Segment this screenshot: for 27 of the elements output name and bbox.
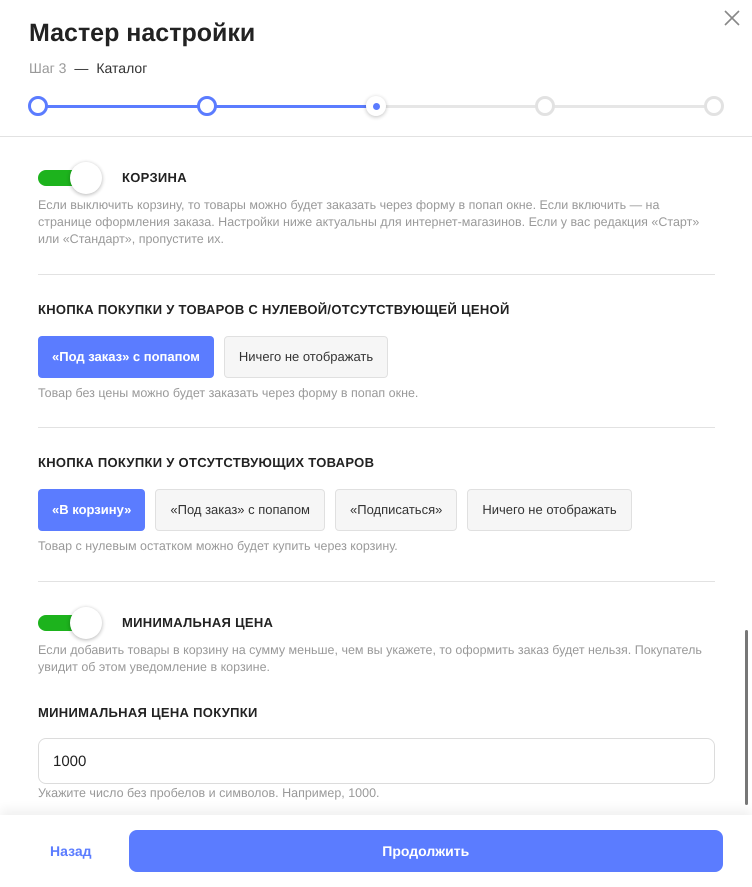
option-button[interactable]: «Под заказ» с попапом: [155, 488, 325, 531]
scrollbar[interactable]: [745, 630, 748, 805]
section-hint: Товар без цены можно будет заказать через форму в попап окне.: [38, 384, 420, 402]
step-name: Каталог: [96, 59, 148, 78]
toggle-switch[interactable]: [38, 162, 102, 194]
section-description: Если добавить товары в корзину на сумму меньше, чем вы укажете, то оформить заказ будет нельзя. Покупатель увидит об этом уведомление в корзине.: [38, 642, 703, 676]
field-hint: Укажите число без пробелов и символов. Например, 1000.: [38, 786, 380, 801]
back-link[interactable]: Назад: [50, 840, 92, 862]
section-hint: Товар с нулевым остатком можно будет купить через корзину.: [38, 538, 399, 555]
toggle-switch[interactable]: [38, 606, 102, 638]
separator-dash: —: [74, 59, 88, 78]
option-button[interactable]: «Под заказ» с попапом: [38, 336, 214, 378]
section-title: КОРЗИНА: [122, 169, 187, 188]
option-button[interactable]: Ничего не отображать: [224, 336, 388, 378]
step-number: Шаг 3: [29, 59, 66, 78]
option-button[interactable]: «Подписаться»: [335, 488, 458, 531]
section-title: КНОПКА ПОКУПКИ У ТОВАРОВ С НУЛЕВОЙ/ОТСУТСТВУЮЩЕЙ ЦЕНОЙ: [38, 301, 511, 319]
option-button[interactable]: «В корзину»: [38, 488, 146, 531]
section-title: МИНИМАЛЬНАЯ ЦЕНА: [122, 614, 274, 632]
close-icon[interactable]: [723, 9, 741, 27]
section-description: Если выключить корзину, то товары можно будет заказать через форму в попап окне. Если включить — на странице оформления заказа. Настройки ниже актуальны для интернет-магазинов. Если у вас редакция «Старт» или «Стандарт», пропустите их.: [38, 197, 700, 248]
field-label: МИНИМАЛЬНАЯ ЦЕНА ПОКУПКИ: [38, 704, 259, 722]
min-price-input[interactable]: 1000: [38, 738, 715, 784]
continue-button[interactable]: Продолжить: [128, 830, 723, 872]
option-button[interactable]: Ничего не отображать: [467, 488, 632, 531]
section-title: КНОПКА ПОКУПКИ У ОТСУТСТВУЮЩИХ ТОВАРОВ: [38, 454, 376, 472]
dialog-title: Мастер настройки: [29, 18, 256, 48]
